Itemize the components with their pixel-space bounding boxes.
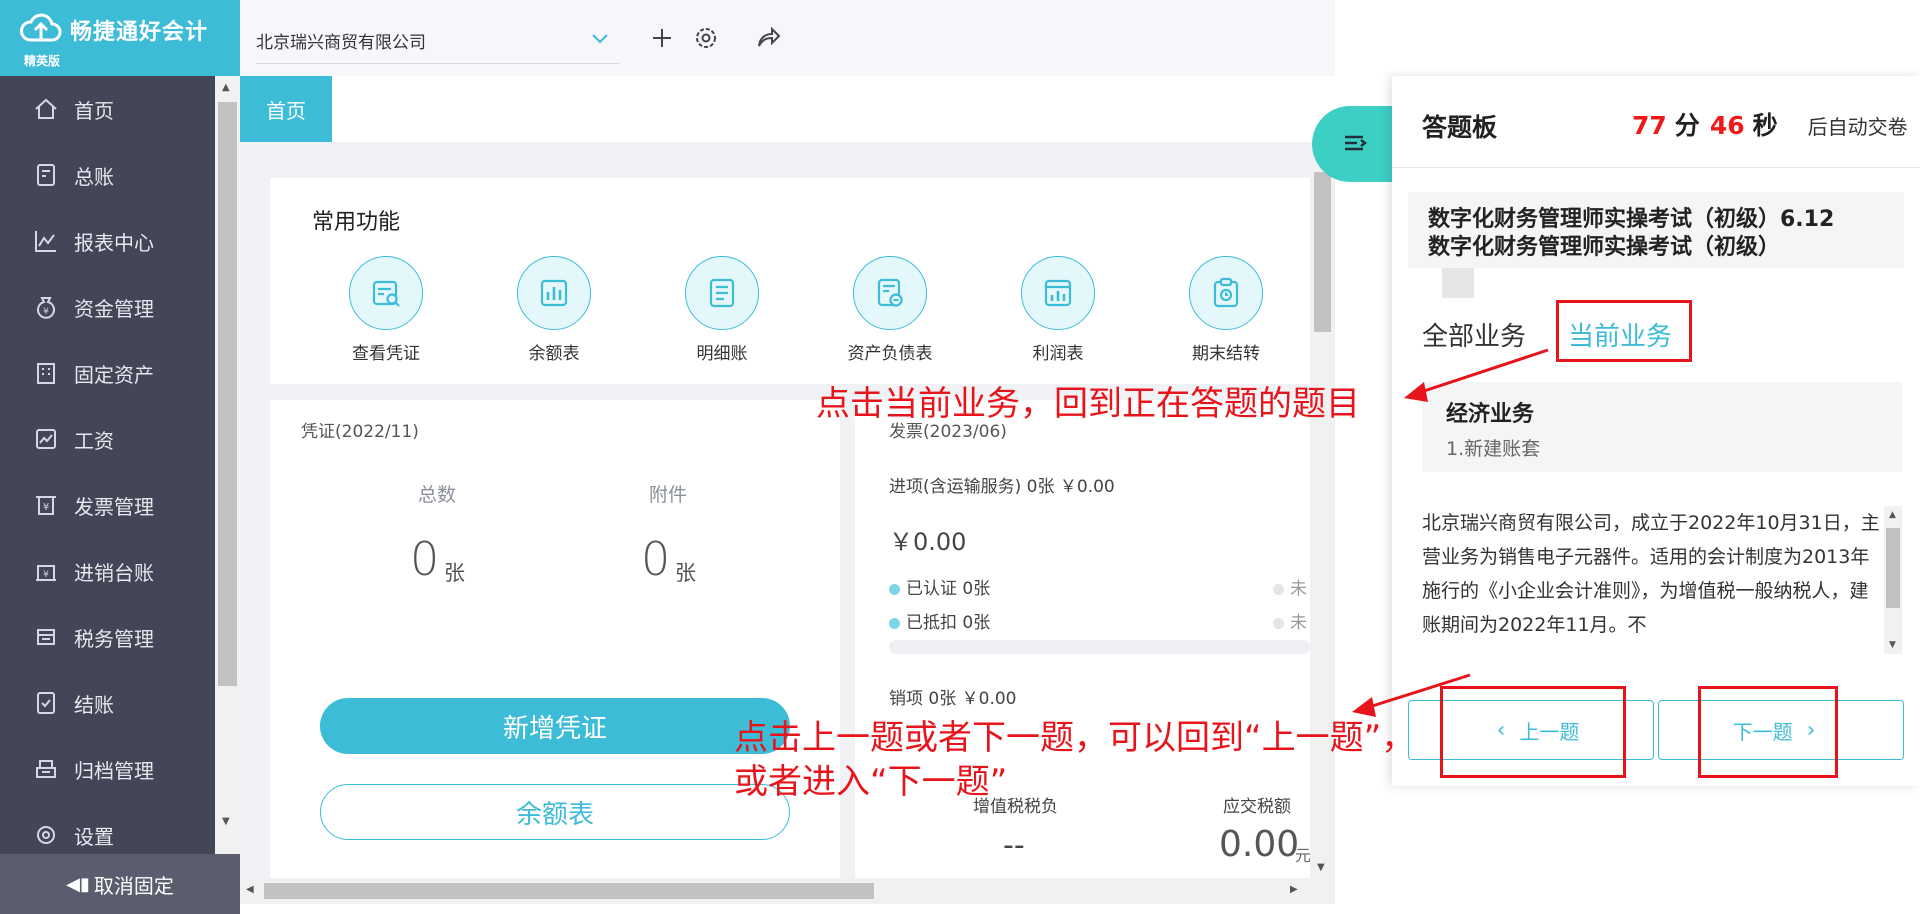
arrow-head-icon — [1404, 382, 1428, 402]
annotation-prev-next-line-1: 点击上一题或者下一题，可以回到“上一题”， — [734, 718, 1416, 758]
arrow-line — [1417, 348, 1549, 395]
arrow-line — [1365, 673, 1471, 710]
annotation-current-business: 点击当前业务，回到正在答题的题目 — [816, 384, 1360, 424]
annotation-prev-next-line-2: 或者进入“下一题” — [734, 762, 1008, 802]
